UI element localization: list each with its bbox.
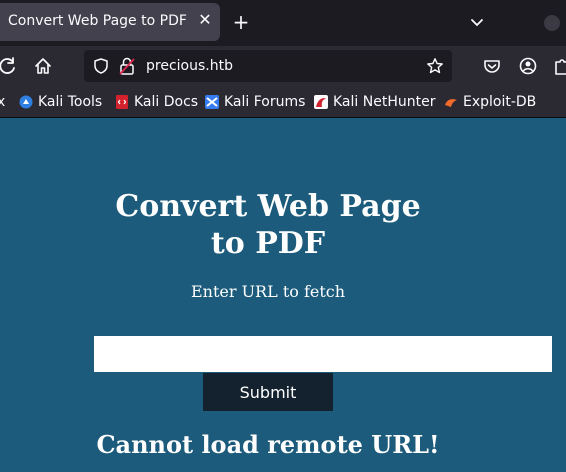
shield-icon[interactable] [92, 57, 110, 75]
bookmark-kali-nethunter[interactable]: Kali NetHunter [314, 93, 435, 111]
home-icon[interactable] [33, 56, 53, 76]
tab-strip: Convert Web Page to PDF ✕ + [0, 0, 566, 46]
active-tab[interactable]: Convert Web Page to PDF ✕ [0, 3, 220, 41]
bookmark-label: Kali Forums [224, 94, 306, 110]
page-title: Convert Web Page to PDF [115, 189, 421, 261]
chevron-down-icon[interactable] [467, 12, 487, 32]
url-prompt-label: Enter URL to fetch [190, 282, 346, 301]
kali-nethunter-icon [314, 95, 328, 109]
navigation-bar: precious.htb [0, 46, 566, 86]
pocket-icon[interactable] [482, 56, 502, 76]
exploit-db-icon [445, 99, 457, 107]
page-content: Convert Web Page to PDF Enter URL to fet… [0, 118, 566, 472]
bookmark-overflow[interactable]: x [0, 93, 5, 111]
close-icon[interactable]: ✕ [196, 11, 214, 29]
bookmark-label: Exploit-DB [463, 94, 537, 110]
bookmark-kali-docs[interactable]: Kali Docs [115, 93, 198, 111]
browser-window: Convert Web Page to PDF ✕ + precious.htb… [0, 0, 566, 472]
bookmark-label: Kali Tools [38, 94, 103, 110]
url-input[interactable] [94, 336, 552, 372]
extensions-icon[interactable] [553, 56, 566, 76]
star-icon[interactable] [426, 57, 444, 75]
kali-docs-icon [116, 95, 128, 109]
address-bar[interactable]: precious.htb [84, 50, 452, 82]
submit-button[interactable]: Submit [203, 373, 333, 411]
bookmark-label: Kali NetHunter [333, 94, 436, 110]
account-icon[interactable] [518, 56, 538, 76]
bookmarks-toolbar: x Kali Tools Kali Docs Kali Forums Kali … [0, 86, 566, 118]
insecure-lock-icon[interactable] [118, 56, 136, 76]
tab-title: Convert Web Page to PDF [8, 13, 187, 29]
kali-forums-icon [205, 95, 219, 109]
bookmark-label: Kali Docs [134, 94, 199, 110]
window-control-icon[interactable] [544, 15, 560, 31]
url-text: precious.htb [146, 58, 233, 74]
plus-icon[interactable]: + [231, 12, 251, 32]
kali-tools-icon [19, 95, 33, 109]
bookmark-kali-tools[interactable]: Kali Tools [19, 93, 102, 111]
bookmark-kali-forums[interactable]: Kali Forums [205, 93, 305, 111]
bookmark-exploit-db[interactable]: Exploit-DB [444, 93, 536, 111]
reload-icon[interactable] [0, 56, 18, 76]
error-message: Cannot load remote URL! [96, 430, 440, 459]
